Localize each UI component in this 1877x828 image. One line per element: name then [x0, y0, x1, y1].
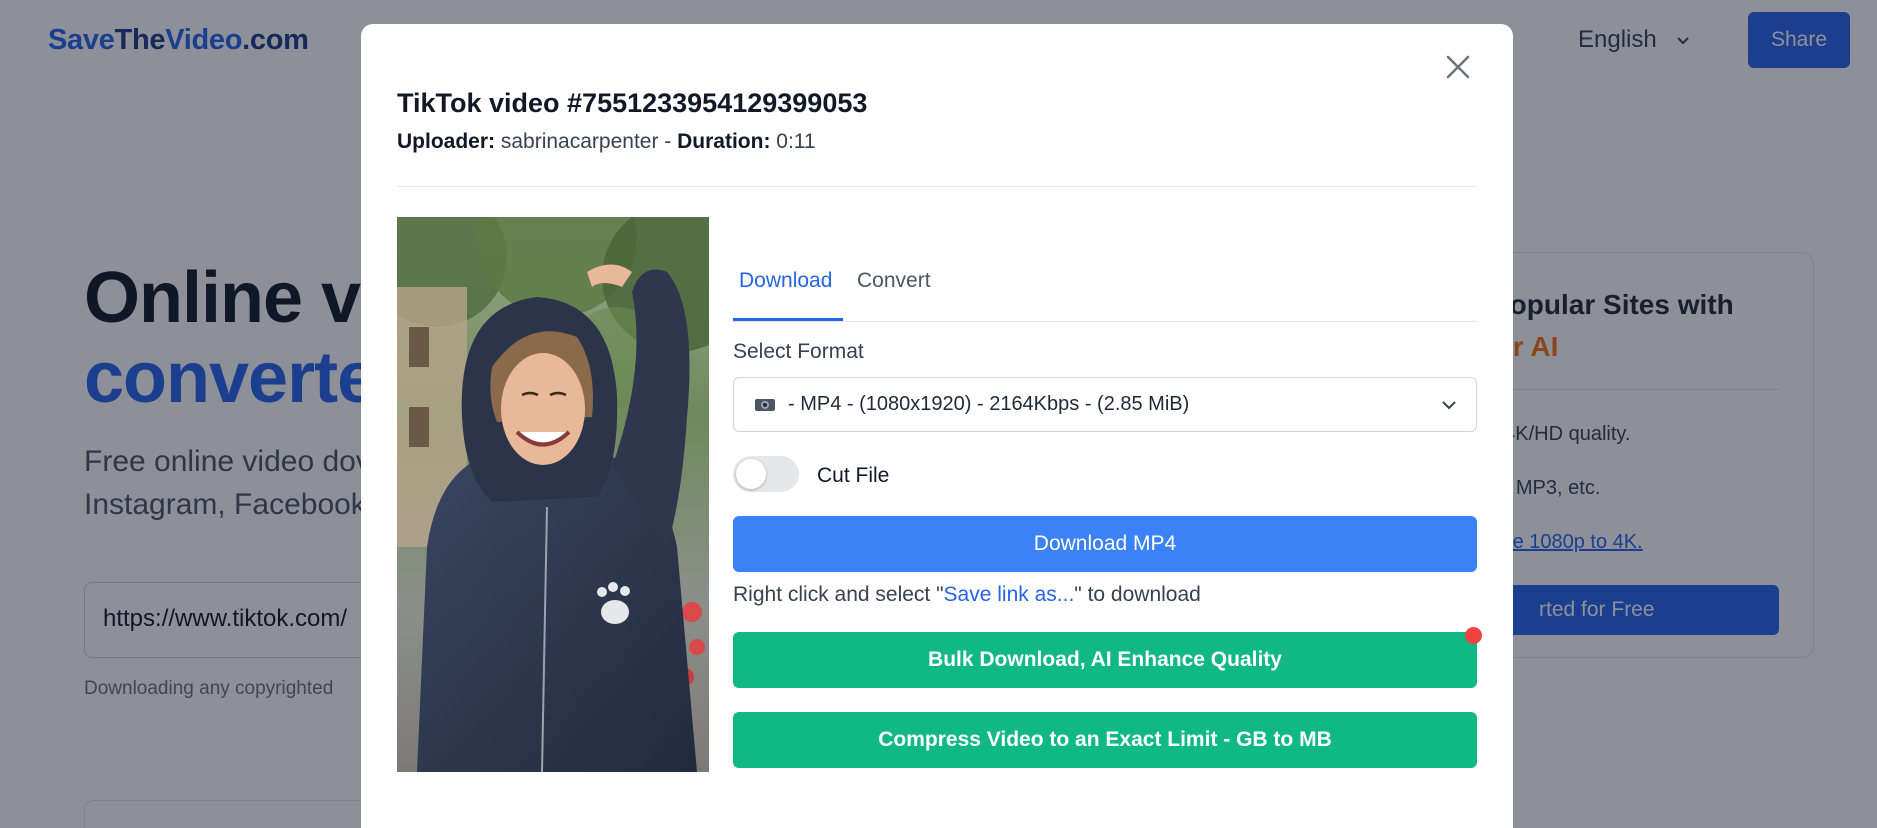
- video-thumbnail: [397, 217, 709, 772]
- format-select[interactable]: - MP4 - (1080x1920) - 2164Kbps - (2.85 M…: [733, 377, 1477, 432]
- close-icon[interactable]: [1441, 50, 1475, 84]
- meta-separator: -: [658, 130, 678, 153]
- cut-file-label: Cut File: [817, 464, 890, 487]
- chevron-down-icon: [1442, 401, 1456, 410]
- notification-dot: [1465, 627, 1482, 644]
- uploader-label: Uploader:: [397, 130, 496, 153]
- select-format-label: Select Format: [733, 340, 864, 363]
- download-mp4-button[interactable]: Download MP4: [733, 516, 1477, 572]
- header-divider: [397, 186, 1477, 187]
- video-title: TikTok video #7551233954129399053: [397, 88, 868, 118]
- compress-video-button[interactable]: Compress Video to an Exact Limit - GB to…: [733, 712, 1477, 768]
- video-camera-icon: [755, 398, 775, 411]
- active-tab-indicator: [733, 318, 843, 321]
- bulk-download-button[interactable]: Bulk Download, AI Enhance Quality: [733, 632, 1477, 688]
- cut-file-toggle[interactable]: [733, 456, 799, 492]
- save-link-as-link[interactable]: Save link as...: [944, 583, 1075, 606]
- video-download-modal: TikTok video #7551233954129399053 Upload…: [361, 24, 1513, 828]
- uploader-name: sabrinacarpenter: [500, 130, 659, 153]
- selected-format-value: - MP4 - (1080x1920) - 2164Kbps - (2.85 M…: [788, 393, 1190, 415]
- video-meta: Uploader: sabrinacarpenter - Duration: 0…: [397, 130, 816, 154]
- hint-text: Right click and select ": [733, 583, 944, 606]
- toggle-knob: [736, 459, 766, 489]
- duration-label: Duration:: [677, 130, 771, 153]
- tab-download[interactable]: Download: [739, 269, 832, 293]
- save-link-hint: Right click and select "Save link as..."…: [733, 583, 1201, 607]
- duration-value: 0:11: [776, 130, 816, 153]
- hint-text: " to download: [1074, 583, 1201, 606]
- thumbnail-image: [397, 217, 709, 772]
- modal-tabs: Download Convert: [733, 217, 1477, 322]
- tab-convert[interactable]: Convert: [857, 269, 931, 293]
